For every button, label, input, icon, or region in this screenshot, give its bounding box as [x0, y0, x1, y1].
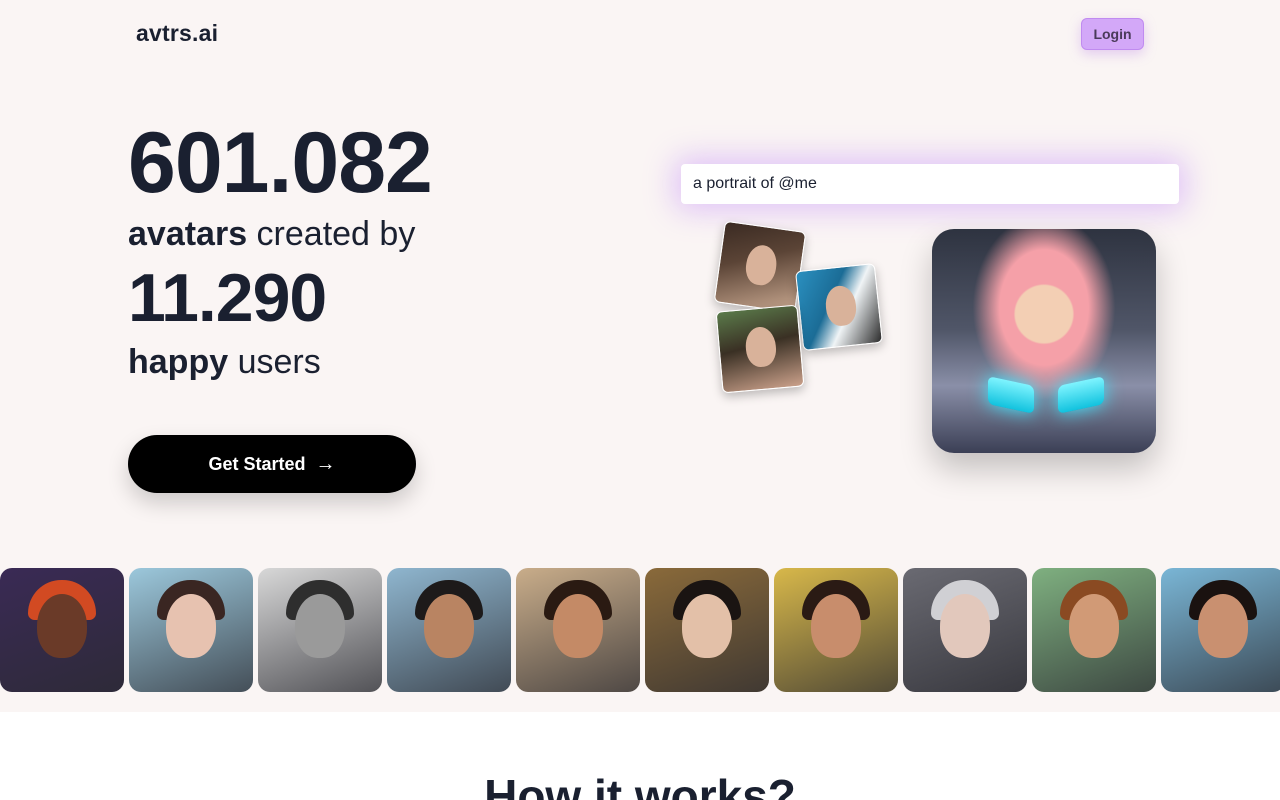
face-shape	[744, 325, 778, 369]
face-shape	[743, 243, 779, 288]
face-shape	[424, 594, 474, 658]
users-label: users	[228, 343, 321, 381]
face-shape	[811, 594, 861, 658]
created-by-label: created by	[247, 215, 416, 253]
login-button[interactable]: Login	[1081, 18, 1144, 50]
site-header: avtrs.ai Login	[0, 0, 1280, 68]
face-shape	[1069, 594, 1119, 658]
face-shape	[1198, 594, 1248, 658]
how-it-works-title: How it works?	[484, 770, 796, 800]
gallery-avatar-4	[387, 568, 511, 692]
gallery-avatar-10	[1161, 568, 1280, 692]
source-photo-2	[795, 263, 883, 351]
face-shape	[37, 594, 87, 658]
gallery-avatar-3	[258, 568, 382, 692]
source-photo-1	[713, 220, 807, 314]
face-shape	[940, 594, 990, 658]
face-shape	[166, 594, 216, 658]
arrow-right-icon: →	[315, 452, 336, 475]
generated-avatar-image	[932, 229, 1156, 453]
users-count: 11.290	[128, 260, 327, 336]
gallery-avatar-7	[774, 568, 898, 692]
face-shape	[823, 284, 858, 328]
gallery-avatar-2	[129, 568, 253, 692]
armor-light-left	[988, 376, 1034, 414]
gallery-avatar-1	[0, 568, 124, 692]
prompt-input[interactable]	[681, 164, 1179, 204]
gallery-avatar-5	[516, 568, 640, 692]
face-shape	[553, 594, 603, 658]
site-logo[interactable]: avtrs.ai	[136, 20, 218, 47]
source-photo-3	[715, 304, 805, 394]
face-shape	[682, 594, 732, 658]
gallery-avatar-8	[903, 568, 1027, 692]
armor-light-right	[1058, 376, 1104, 414]
gallery-avatar-6	[645, 568, 769, 692]
avatars-created-by-text: avatars created by	[128, 214, 415, 254]
happy-label: happy	[128, 343, 229, 381]
gallery-avatar-9	[1032, 568, 1156, 692]
happy-users-text: happy users	[128, 342, 321, 382]
get-started-button[interactable]: Get Started →	[128, 435, 416, 493]
avatars-count: 601.082	[128, 115, 433, 211]
avatars-label: avatars	[128, 215, 248, 253]
avatar-gallery-strip	[0, 568, 1280, 692]
get-started-label: Get Started	[208, 453, 306, 474]
face-shape	[295, 594, 345, 658]
